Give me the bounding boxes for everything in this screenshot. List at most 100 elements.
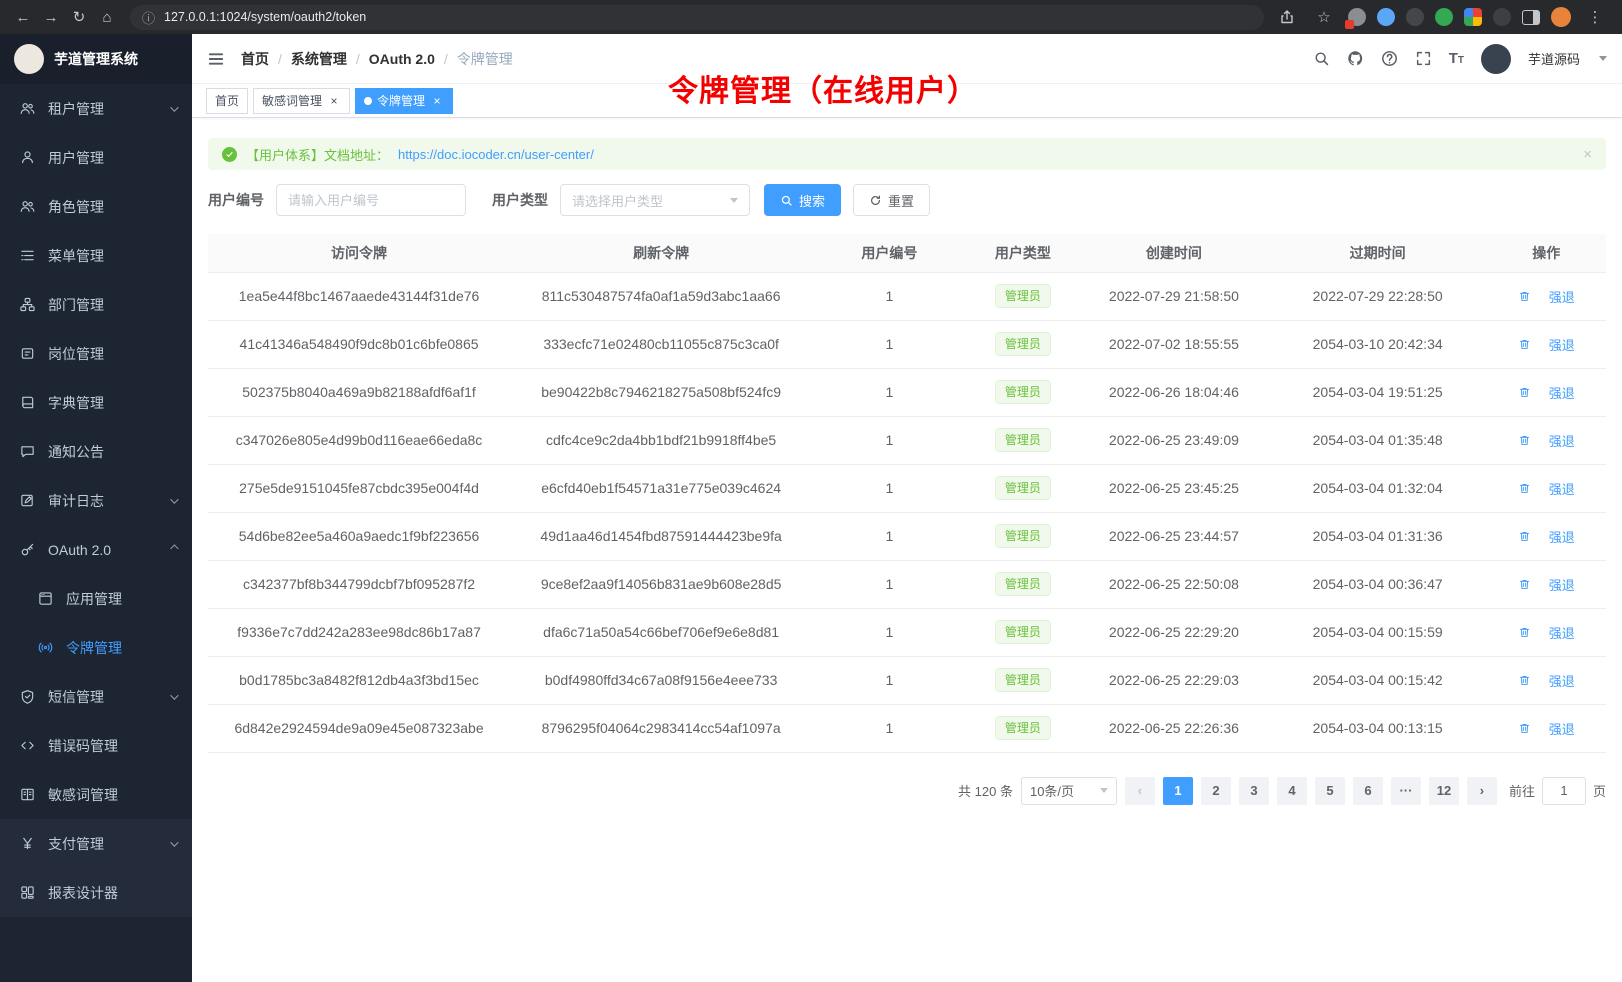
chevron-down-icon (170, 838, 178, 846)
force-logout-button[interactable]: 强退 (1518, 671, 1575, 690)
extension-icon[interactable] (1377, 8, 1395, 26)
reset-button[interactable]: 重置 (853, 184, 930, 216)
sidebar-item-oauth2-app[interactable]: 应用管理 (0, 574, 192, 623)
share-icon[interactable] (1274, 4, 1300, 30)
sidebar-item-oauth2-token[interactable]: 令牌管理 (0, 623, 192, 672)
chevron-down-icon (1100, 788, 1108, 793)
sidebar-item-oauth2[interactable]: OAuth 2.0 (0, 525, 192, 574)
font-size-icon[interactable]: TT (1449, 50, 1464, 68)
sidebar-item-report-designer[interactable]: 报表设计器 (0, 868, 192, 917)
pagination-page-4[interactable]: 4 (1277, 777, 1307, 805)
breadcrumb-item[interactable]: 系统管理 (291, 49, 347, 69)
search-button[interactable]: 搜索 (764, 184, 841, 216)
github-icon[interactable] (1347, 50, 1364, 67)
user-id-input[interactable] (276, 184, 466, 216)
pagination-more[interactable]: ··· (1391, 777, 1421, 805)
table-row: 6d842e2924594de9a09e45e087323abe 8796295… (208, 704, 1606, 752)
annotation-text: 令牌管理（在线用户） (668, 66, 978, 110)
sidebar-toggle-icon[interactable] (1522, 10, 1540, 25)
chevron-down-icon[interactable] (1599, 56, 1607, 61)
pagination-page-3[interactable]: 3 (1239, 777, 1269, 805)
sidebar-menu: 租户管理 用户管理 角色管理 菜单管理 部门管理 岗位管理 字典管理 通知公告 … (0, 84, 192, 982)
page-size-select[interactable]: 10条/页 (1021, 777, 1117, 805)
pagination-page-6[interactable]: 6 (1353, 777, 1383, 805)
doc-link[interactable]: https://doc.iocoder.cn/user-center/ (398, 147, 594, 162)
breadcrumb-item[interactable]: 首页 (241, 49, 269, 69)
force-logout-button[interactable]: 强退 (1518, 479, 1575, 498)
shield-icon (20, 689, 36, 704)
tab-sensitive-word[interactable]: 敏感词管理 × (253, 88, 350, 114)
main: 首页/系统管理/OAuth 2.0/令牌管理 TT 芋道源码 首页 敏感词 (192, 34, 1622, 982)
force-logout-button[interactable]: 强退 (1518, 527, 1575, 546)
address-bar[interactable]: ⓘ 127.0.0.1:1024/system/oauth2/token (130, 5, 1264, 30)
extension-icon[interactable] (1406, 8, 1424, 26)
navbar-tools: TT 芋道源码 (1313, 44, 1607, 74)
sidebar-item-notice[interactable]: 通知公告 (0, 427, 192, 476)
fullscreen-icon[interactable] (1415, 50, 1432, 67)
chat-icon (20, 444, 36, 459)
sidebar-item-sms[interactable]: 短信管理 (0, 672, 192, 721)
extension-icon[interactable] (1493, 8, 1511, 26)
sidebar-item-user[interactable]: 用户管理 (0, 133, 192, 182)
alert-close-icon[interactable]: × (1583, 146, 1592, 163)
force-logout-button[interactable]: 强退 (1518, 335, 1575, 354)
user-type-select[interactable]: 请选择用户类型 (560, 184, 750, 216)
pagination-page-12[interactable]: 12 (1429, 777, 1459, 805)
force-logout-button[interactable]: 强退 (1518, 431, 1575, 450)
user-type-badge: 管理员 (995, 332, 1051, 356)
force-logout-button[interactable]: 强退 (1518, 383, 1575, 402)
app-logo[interactable]: 芋道管理系统 (0, 34, 192, 84)
site-info-icon[interactable]: ⓘ (142, 8, 155, 27)
trash-icon (1518, 722, 1534, 735)
sidebar-item-pay[interactable]: 支付管理 (0, 819, 192, 868)
pagination-page-1[interactable]: 1 (1163, 777, 1193, 805)
total-count: 共 120 条 (958, 781, 1013, 800)
bookmark-star-icon[interactable]: ☆ (1311, 4, 1337, 30)
extension-icon[interactable] (1348, 8, 1366, 26)
sidebar-item-audit-log[interactable]: 审计日志 (0, 476, 192, 525)
force-logout-button[interactable]: 强退 (1518, 623, 1575, 642)
pagination-page-2[interactable]: 2 (1201, 777, 1231, 805)
home-icon[interactable]: ⌂ (94, 4, 120, 30)
sidebar-item-dept[interactable]: 部门管理 (0, 280, 192, 329)
app-icon (38, 591, 54, 606)
search-form: 用户编号 用户类型 请选择用户类型 搜索 重置 (208, 184, 1606, 216)
hamburger-icon[interactable] (207, 50, 225, 68)
username[interactable]: 芋道源码 (1528, 49, 1580, 68)
reload-icon[interactable]: ↻ (66, 4, 92, 30)
tab-token[interactable]: 令牌管理 × (355, 88, 453, 114)
browser-profile-avatar[interactable] (1551, 7, 1571, 27)
tab-home[interactable]: 首页 (206, 88, 248, 114)
force-logout-button[interactable]: 强退 (1518, 287, 1575, 306)
sidebar-item-dict[interactable]: 字典管理 (0, 378, 192, 427)
forward-icon[interactable]: → (38, 4, 64, 30)
breadcrumb-item[interactable]: OAuth 2.0 (369, 51, 435, 67)
back-icon[interactable]: ← (10, 4, 36, 30)
help-icon[interactable] (1381, 50, 1398, 67)
expire-time-cell: 2022-07-29 22:28:50 (1269, 272, 1487, 320)
extensions-puzzle-icon[interactable] (1464, 8, 1482, 26)
sidebar-item-sensitive-word[interactable]: 敏感词管理 (0, 770, 192, 819)
pagination-page-5[interactable]: 5 (1315, 777, 1345, 805)
close-icon[interactable]: × (327, 94, 341, 108)
next-page-button[interactable]: › (1467, 777, 1497, 805)
user-type-badge: 管理员 (995, 380, 1051, 404)
sidebar-item-role[interactable]: 角色管理 (0, 182, 192, 231)
force-logout-button[interactable]: 强退 (1518, 719, 1575, 738)
prev-page-button[interactable]: ‹ (1125, 777, 1155, 805)
refresh-token-cell: be90422b8c7946218275a508bf524fc9 (510, 368, 812, 416)
url-text: 127.0.0.1:1024/system/oauth2/token (164, 10, 366, 24)
user-avatar[interactable] (1481, 44, 1511, 74)
sidebar-item-error-code[interactable]: 错误码管理 (0, 721, 192, 770)
close-icon[interactable]: × (430, 94, 444, 108)
extension-icon[interactable] (1435, 8, 1453, 26)
goto-page-input[interactable] (1542, 777, 1586, 805)
sidebar-item-post[interactable]: 岗位管理 (0, 329, 192, 378)
access-token-cell: f9336e7c7dd242a283ee98dc86b17a87 (208, 608, 510, 656)
sidebar-item-tenant[interactable]: 租户管理 (0, 84, 192, 133)
sidebar-item-menu[interactable]: 菜单管理 (0, 231, 192, 280)
user-id-cell: 1 (812, 560, 967, 608)
search-icon[interactable] (1313, 50, 1330, 67)
menu-dots-icon[interactable]: ⋮ (1582, 4, 1608, 30)
force-logout-button[interactable]: 强退 (1518, 575, 1575, 594)
